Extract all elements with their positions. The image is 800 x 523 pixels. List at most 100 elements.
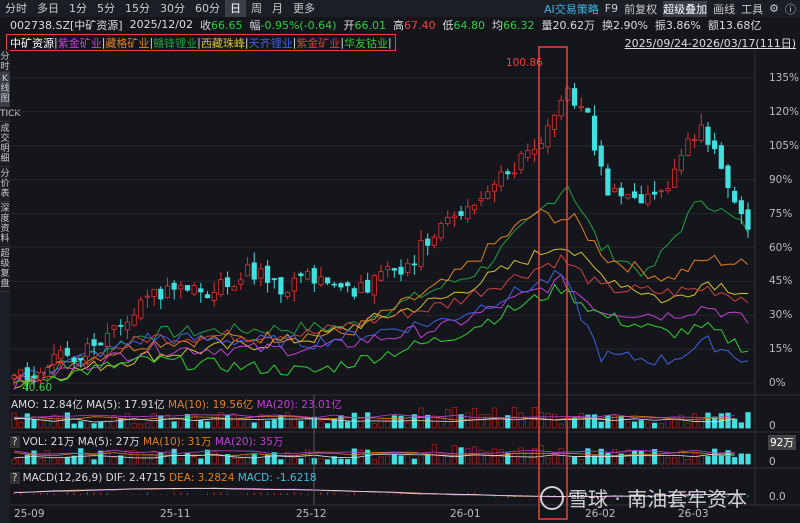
volume-bar	[598, 421, 604, 429]
volume-bar	[298, 420, 304, 429]
candle-body	[738, 200, 744, 215]
volume-bar	[325, 423, 331, 429]
volume-bar	[211, 451, 217, 465]
volume-bar	[651, 422, 658, 429]
macd-help-button[interactable]: ?	[10, 472, 20, 484]
y-tick-label: 135%	[769, 72, 800, 84]
volume-bar	[465, 447, 471, 465]
candle-body	[625, 194, 631, 199]
volume-bar	[531, 448, 538, 465]
candle-body	[278, 277, 284, 295]
candle-body	[478, 198, 484, 202]
candle-body	[64, 347, 70, 356]
volume-bar	[204, 421, 211, 429]
volume-bar	[224, 414, 231, 429]
volume-bar	[251, 422, 257, 429]
candle-body	[378, 271, 384, 281]
volume-bar	[618, 416, 624, 429]
candle-body	[158, 288, 164, 300]
candle-body	[271, 278, 277, 281]
vol-help-button[interactable]: ?	[10, 436, 20, 448]
candle-body	[518, 153, 524, 171]
x-tick-label: 25-11	[160, 508, 191, 520]
candle-body	[631, 191, 638, 198]
candle-body	[184, 285, 191, 291]
candle-body	[591, 115, 598, 151]
volume-bar	[645, 422, 651, 429]
candle-body	[71, 357, 77, 363]
volume-bar	[712, 416, 718, 429]
macd-legend: ? MACD(12,26,9) DIF: 2.4715 DEA: 3.2824 M…	[10, 472, 317, 484]
candle-body	[358, 282, 364, 293]
candle-body	[525, 150, 531, 158]
volume-bar	[131, 422, 137, 429]
candle-body	[18, 369, 24, 376]
candle-body	[264, 265, 271, 283]
volume-bar	[84, 420, 90, 429]
amo-ma20: MA(20): 23.01亿	[256, 399, 342, 411]
volume-bar	[398, 455, 404, 465]
volume-bar	[478, 449, 484, 465]
candle-body	[445, 216, 451, 224]
candle-body	[692, 139, 698, 141]
candle-body	[485, 191, 491, 199]
macd-axis-0: 0.0	[769, 491, 786, 503]
candle-body	[58, 350, 64, 360]
vol-ma5: MA(5): 27万	[77, 436, 140, 448]
volume-bar	[251, 454, 257, 465]
volume-bar	[138, 423, 144, 429]
volume-bar	[318, 420, 324, 429]
candle-body	[732, 190, 738, 203]
macd-dif: DIF: 2.4715	[105, 472, 166, 484]
volume-bar	[451, 406, 458, 429]
volume-bar	[144, 454, 151, 465]
volume-bar	[58, 458, 64, 465]
candle-body	[598, 145, 604, 167]
volume-bar	[672, 419, 678, 429]
volume-bar	[685, 422, 691, 429]
candle-body	[231, 286, 237, 291]
volume-bar	[231, 458, 237, 465]
candle-body	[171, 282, 177, 290]
candle-body	[638, 194, 644, 204]
macd-value: MACD: -1.6218	[237, 472, 317, 484]
volume-bar	[518, 447, 524, 465]
candle-body	[164, 285, 171, 298]
volume-bar	[485, 414, 491, 429]
vol-ma10: MA(10): 31万	[142, 436, 212, 448]
candle-body	[458, 211, 464, 216]
candle-body	[705, 126, 711, 145]
min-price-label: 40.60	[22, 382, 53, 394]
volume-bar	[418, 454, 424, 465]
volume-bar	[405, 422, 411, 429]
volume-bar	[638, 450, 644, 465]
volume-bar	[18, 456, 24, 465]
candle-body	[465, 206, 471, 220]
macd-title: MACD(12,26,9)	[22, 472, 103, 484]
candle-body	[438, 223, 444, 239]
candle-body	[618, 187, 624, 197]
volume-bar	[658, 423, 664, 429]
watermark-text: 雪球 · 南油套牢资本	[568, 487, 748, 511]
candle-body	[191, 285, 197, 295]
volume-bar	[571, 418, 578, 429]
candle-body	[304, 271, 311, 280]
xueqiu-logo-icon	[540, 485, 564, 510]
candle-body	[138, 299, 144, 319]
candle-body	[505, 171, 511, 175]
volume-bar	[298, 458, 304, 465]
volume-bar	[525, 452, 531, 465]
x-tick-label: 26-01	[450, 508, 481, 520]
candle-body	[471, 204, 478, 211]
volume-bar	[91, 423, 97, 429]
candle-body	[698, 124, 704, 141]
candle-body	[211, 291, 217, 301]
volume-bar	[485, 451, 491, 465]
candle-body	[658, 190, 664, 193]
volume-bar	[331, 418, 337, 429]
volume-bar	[745, 412, 751, 429]
volume-bar	[705, 412, 711, 429]
volume-bar	[631, 421, 638, 429]
candle-body	[545, 125, 551, 148]
x-tick-label: 25-09	[14, 508, 45, 520]
